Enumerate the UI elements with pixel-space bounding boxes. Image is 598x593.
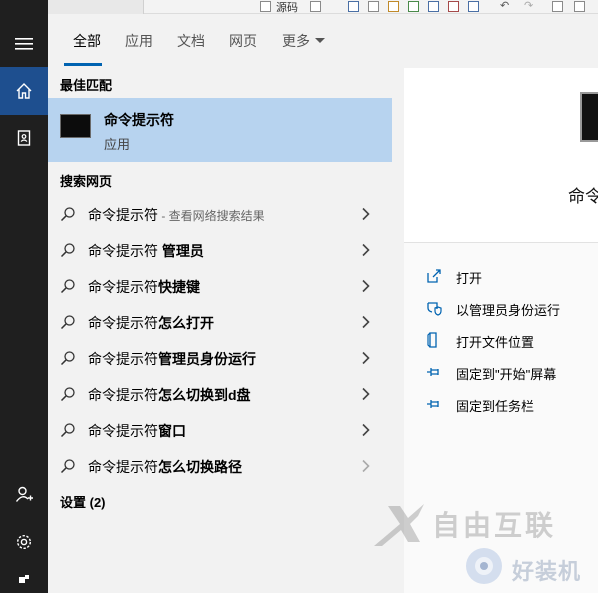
search-icon [60, 351, 75, 366]
section-settings[interactable]: 设置 (2) [60, 492, 106, 511]
chevron-right-icon [362, 459, 370, 473]
search-icon [60, 459, 75, 474]
settings-button[interactable] [0, 518, 48, 566]
power-icon [19, 574, 29, 583]
home-button[interactable] [0, 67, 48, 115]
web-result-item[interactable]: 命令提示符管理员身份运行 [48, 340, 392, 376]
action-pin-to-taskbar-label: 固定到任务栏 [456, 399, 535, 414]
document-icon [310, 1, 321, 12]
notebook-button[interactable] [0, 114, 48, 162]
results-list: 最佳匹配 命令提示符 应用 搜索网页 命令提示符 - 查看网络搜索结果 命令提示… [48, 68, 392, 593]
chevron-down-icon [315, 38, 325, 43]
tab-all[interactable]: 全部 [73, 31, 101, 51]
tab-documents[interactable]: 文档 [177, 31, 205, 51]
home-icon [16, 83, 32, 99]
power-button[interactable] [0, 566, 48, 593]
tab-apps[interactable]: 应用 [125, 31, 153, 51]
shield-icon [427, 302, 442, 316]
search-icon [60, 243, 75, 258]
web-result-label: 命令提示符窗口 [88, 423, 186, 439]
action-open-file-location-label: 打开文件位置 [456, 335, 535, 350]
web-result-item[interactable]: 命令提示符 - 查看网络搜索结果 [48, 196, 392, 232]
web-result-label: 命令提示符 - 查看网络搜索结果 [88, 207, 265, 223]
watermark-brand-secondary: 好装机 [512, 560, 582, 585]
file-location-icon [427, 332, 437, 348]
paste-icon [388, 1, 399, 12]
tab-more[interactable]: 更多 [282, 31, 310, 51]
best-match-item[interactable]: 命令提示符 应用 [48, 98, 392, 162]
gear-icon [16, 534, 32, 550]
cut-icon [348, 1, 359, 12]
search-icon [60, 279, 75, 294]
image-icon [408, 1, 419, 12]
web-result-item[interactable]: 命令提示符快捷键 [48, 268, 392, 304]
action-pin-to-start-label: 固定到"开始"屏幕 [456, 367, 557, 382]
copy-icon [368, 1, 379, 12]
chevron-right-icon [362, 423, 370, 437]
user-add-icon [15, 486, 33, 502]
chevron-right-icon [362, 207, 370, 221]
web-result-label: 命令提示符怎么打开 [88, 315, 214, 331]
chevron-right-icon [362, 243, 370, 257]
find-icon [552, 1, 563, 12]
web-result-item[interactable]: 命令提示符怎么切换到d盘 [48, 376, 392, 412]
action-run-as-admin-label: 以管理员身份运行 [456, 303, 561, 318]
pin-icon [427, 400, 439, 408]
section-best-match: 最佳匹配 [60, 78, 113, 93]
web-result-label: 命令提示符怎么切换到d盘 [88, 387, 251, 403]
search-icon [60, 387, 75, 402]
active-tab-indicator [64, 63, 102, 66]
insert-icon [468, 1, 479, 12]
start-left-rail [0, 0, 48, 593]
toolbar-segment [48, 0, 144, 14]
action-open-label: 打开 [456, 271, 483, 286]
chevron-right-icon [362, 279, 370, 293]
pin-icon [427, 368, 439, 376]
search-icon [60, 207, 75, 222]
link-icon [448, 1, 459, 12]
web-result-item[interactable]: 命令提示符怎么打开 [48, 304, 392, 340]
table-icon [428, 1, 439, 12]
chevron-right-icon [362, 315, 370, 329]
web-result-label: 命令提示符 管理员 [88, 243, 204, 259]
replace-icon [574, 1, 585, 12]
section-search-web: 搜索网页 [60, 174, 113, 189]
preview-title: 命令 [568, 187, 598, 206]
pane-divider [392, 68, 404, 593]
hamburger-menu-button[interactable] [0, 20, 48, 68]
document-icon [260, 1, 271, 12]
user-account-button[interactable] [0, 470, 48, 518]
hamburger-icon [15, 38, 33, 50]
web-result-label: 命令提示符快捷键 [88, 279, 200, 295]
web-result-item[interactable]: 命令提示符怎么切换路径 [48, 448, 392, 484]
toolbar-source-label: 源码 [276, 2, 298, 14]
redo-icon: ↷ [524, 0, 534, 12]
web-result-item[interactable]: 命令提示符窗口 [48, 412, 392, 448]
search-tabs: 全部 应用 文档 网页 更多 [48, 14, 598, 68]
best-match-subtitle: 应用 [104, 137, 131, 152]
tab-web[interactable]: 网页 [229, 31, 257, 51]
web-result-item[interactable]: 命令提示符 管理员 [48, 232, 392, 268]
web-result-label: 命令提示符怎么切换路径 [88, 459, 242, 475]
chevron-right-icon [362, 351, 370, 365]
best-match-title: 命令提示符 [104, 112, 174, 128]
background-toolbar: 源码 ↶ ↷ [48, 0, 598, 14]
notebook-icon [17, 130, 31, 146]
web-result-label: 命令提示符管理员身份运行 [88, 351, 256, 367]
search-icon [60, 315, 75, 330]
preview-card: 命令 [404, 68, 598, 243]
search-icon [60, 423, 75, 438]
open-icon [427, 269, 441, 283]
undo-icon: ↶ [500, 0, 510, 12]
command-prompt-large-icon [580, 92, 598, 142]
watermark-brand: 自由互联 [432, 509, 557, 542]
chevron-right-icon [362, 387, 370, 401]
command-prompt-icon [60, 114, 91, 138]
